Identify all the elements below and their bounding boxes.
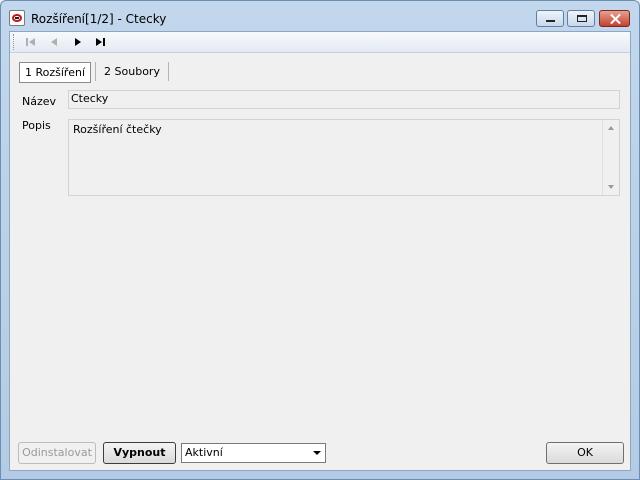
first-record-button[interactable] [20, 33, 42, 51]
toolbar-grip[interactable] [13, 34, 16, 50]
description-field[interactable]: Rozšíření čtečky [68, 119, 620, 196]
window-title: Rozšíření[1/2] - Ctecky [31, 12, 167, 26]
maximize-icon [577, 15, 587, 22]
previous-record-button[interactable] [44, 33, 66, 51]
app-logo-icon [9, 10, 25, 26]
tab-files[interactable]: 2 Soubory [95, 62, 169, 81]
chevron-down-icon [313, 451, 321, 455]
next-record-icon [75, 38, 81, 46]
status-dropdown[interactable]: Aktivní [181, 443, 326, 463]
close-button[interactable] [599, 10, 630, 27]
name-field[interactable]: Ctecky [68, 90, 620, 109]
client-area: 1 Rozšíření 2 Soubory Název Ctecky Popis… [9, 31, 631, 471]
last-record-button[interactable] [90, 33, 112, 51]
description-text: Rozšíření čtečky [73, 123, 162, 136]
tab-strip: 1 Rozšíření 2 Soubory [10, 52, 630, 88]
disable-button[interactable]: Vypnout [103, 442, 176, 464]
close-icon [600, 11, 629, 26]
record-navigation-bar [10, 32, 630, 53]
tab-extension[interactable]: 1 Rozšíření [19, 62, 91, 83]
name-label: Název [22, 95, 57, 108]
next-record-button[interactable] [68, 33, 90, 51]
description-scrollbar[interactable] [602, 120, 619, 195]
status-value: Aktivní [185, 446, 223, 459]
ok-button[interactable]: OK [546, 442, 624, 464]
previous-record-icon [51, 38, 57, 46]
last-record-icon [96, 38, 105, 46]
scroll-up-icon[interactable] [608, 126, 614, 130]
title-bar[interactable]: Rozšíření[1/2] - Ctecky [1, 1, 639, 31]
minimize-icon [546, 20, 555, 22]
minimize-button[interactable] [536, 10, 564, 27]
app-window: Rozšíření[1/2] - Ctecky 1 Rozšíření 2 So… [0, 0, 640, 480]
uninstall-button[interactable]: Odinstalovat [18, 442, 96, 464]
maximize-button[interactable] [567, 10, 595, 27]
first-record-icon [26, 38, 35, 46]
description-label: Popis [22, 119, 51, 132]
scroll-down-icon[interactable] [608, 185, 614, 189]
